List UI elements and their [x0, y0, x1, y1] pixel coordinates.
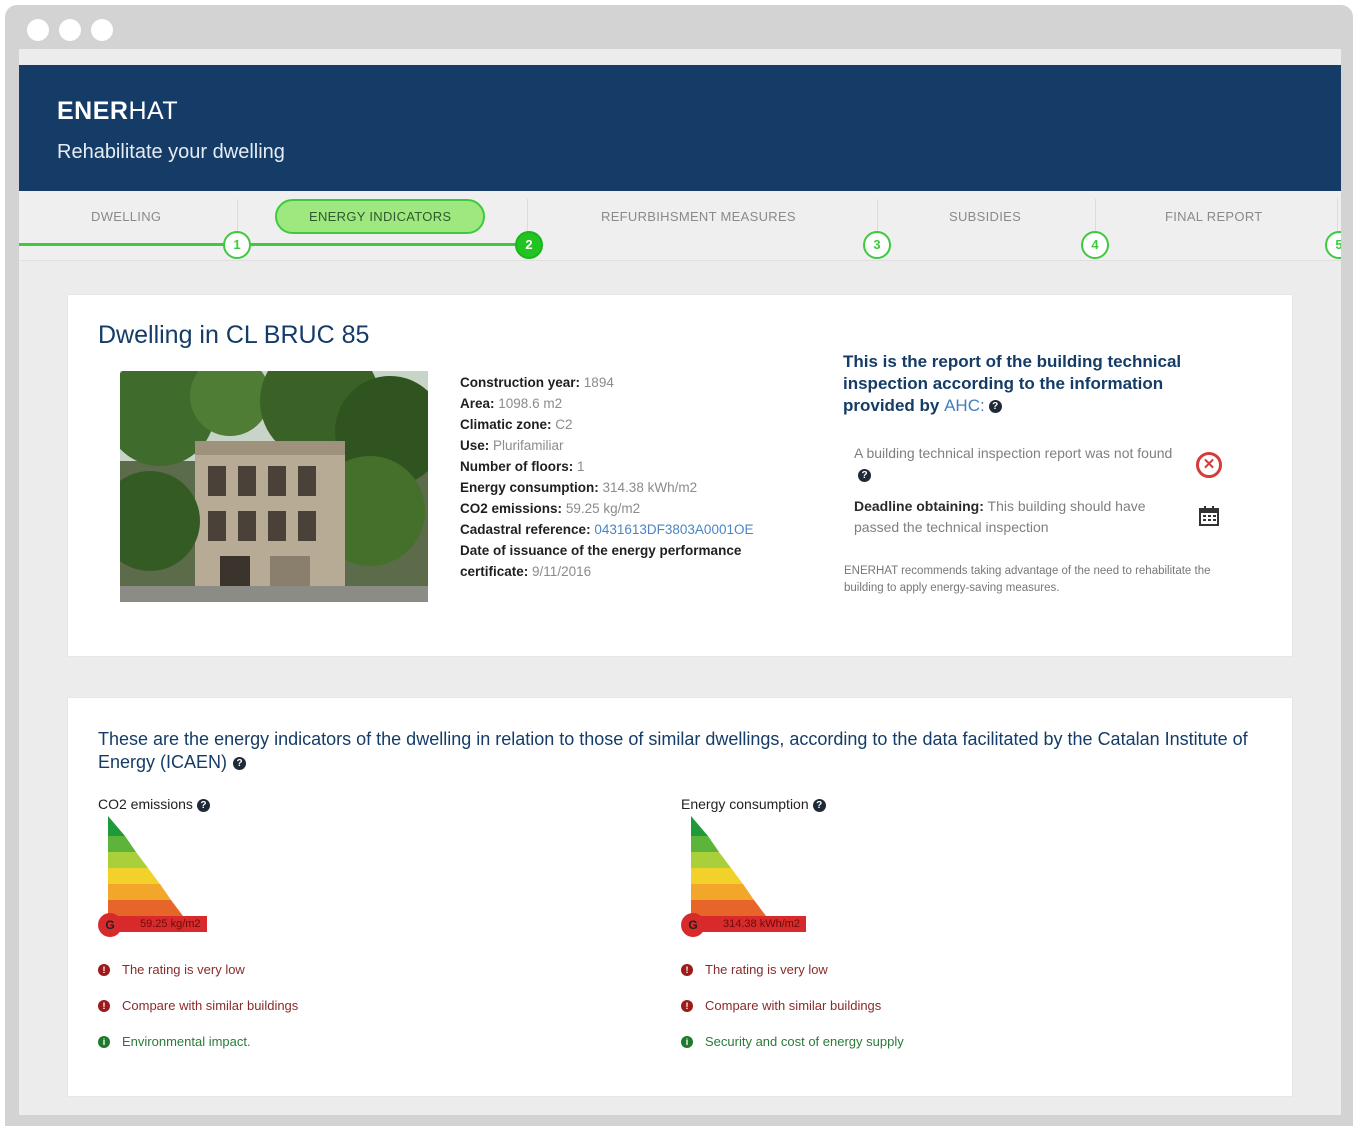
recommendation-text: ENERHAT recommends taking advantage of t… — [844, 565, 1211, 594]
spec-label: Number of floors: — [460, 459, 574, 474]
spec-cadastral-reference: Cadastral reference: 0431613DF3803A0001O… — [460, 519, 800, 540]
exclamation-circle-icon: ! — [98, 963, 110, 976]
exclamation-circle-icon: ! — [681, 963, 693, 976]
indicators-card: These are the energy indicators of the d… — [67, 697, 1293, 1097]
tagline: Rehabilitate your dwelling — [57, 141, 285, 163]
energy-msg-rating-text: The rating is very low — [705, 962, 828, 977]
building-photo — [120, 371, 428, 602]
question-circle-icon[interactable]: ? — [233, 756, 247, 770]
co2-msg-rating-text: The rating is very low — [122, 962, 245, 977]
inspection-deadline: Deadline obtaining: This building should… — [854, 496, 1174, 538]
spec-value: Plurifamiliar — [493, 438, 564, 453]
info-circle-icon: i — [681, 1035, 693, 1048]
spec-label: Use: — [460, 438, 490, 453]
inspection-not-found-text: A building technical inspection report w… — [854, 445, 1173, 461]
step-5-circle[interactable]: 5 — [1325, 231, 1341, 259]
energy-msg-rating[interactable]: ! The rating is very low — [681, 962, 828, 977]
inspection-heading: This is the report of the building techn… — [843, 351, 1223, 417]
spec-value: 314.38 kWh/m2 — [602, 480, 698, 495]
co2-msg-rating[interactable]: ! The rating is very low — [98, 962, 245, 977]
tab-energy-indicators[interactable]: ENERGY INDICATORS — [275, 199, 486, 234]
co2-msg-impact-text: Environmental impact. — [122, 1034, 251, 1049]
co2-rating-value: 59.25 kg/m2 — [116, 916, 207, 932]
spec-label: Climatic zone: — [460, 417, 552, 432]
step-4-circle[interactable]: 4 — [1081, 231, 1109, 259]
spec-value: C2 — [555, 417, 573, 432]
energy-msg-supply[interactable]: i Security and cost of energy supply — [681, 1034, 904, 1049]
spec-value: 1 — [577, 459, 585, 474]
spec-climatic-zone: Climatic zone: C2 — [460, 414, 800, 435]
co2-msg-impact[interactable]: i Environmental impact. — [98, 1034, 251, 1049]
question-circle-icon[interactable]: ? — [858, 468, 871, 482]
spec-label: Construction year: — [460, 375, 581, 390]
window-maximize-dot[interactable] — [91, 19, 113, 41]
page-viewport: ENERHAT Rehabilitate your dwelling DWELL… — [19, 49, 1341, 1115]
cadastral-reference-link[interactable]: 0431613DF3803A0001OE — [594, 522, 753, 537]
spec-value: 1098.6 m2 — [498, 396, 563, 411]
spec-certificate-date: Date of issuance of the energy performan… — [460, 540, 800, 582]
co2-msg-compare-text: Compare with similar buildings — [122, 998, 299, 1013]
spec-value: 1894 — [583, 375, 614, 390]
step-navigation: DWELLING ENERGY INDICATORS REFURBIHSMENT… — [19, 191, 1341, 261]
ahc-link[interactable]: AHC: — [944, 396, 985, 415]
energy-rating-value: 314.38 kWh/m2 — [699, 916, 807, 932]
energy-msg-compare-text: Compare with similar buildings — [705, 998, 882, 1013]
tab-refurbishment-measures[interactable]: REFURBIHSMENT MEASURES — [601, 209, 796, 224]
dwelling-card: Dwelling in CL BRUC 85 Construction year… — [67, 294, 1293, 657]
progress-line — [19, 243, 529, 246]
dwelling-specs: Construction year: 1894 Area: 1098.6 m2 … — [460, 372, 800, 582]
brand-bold: ENER — [57, 97, 129, 125]
inspection-not-found: A building technical inspection report w… — [854, 443, 1174, 485]
window-controls — [27, 19, 113, 41]
energy-msg-compare[interactable]: ! Compare with similar buildings — [681, 998, 881, 1013]
spec-area: Area: 1098.6 m2 — [460, 393, 800, 414]
tab-dwelling[interactable]: DWELLING — [91, 209, 161, 224]
question-circle-icon[interactable]: ? — [196, 798, 210, 812]
spec-label: CO2 emissions: — [460, 501, 563, 516]
energy-msg-supply-text: Security and cost of energy supply — [705, 1034, 904, 1049]
spec-use: Use: Plurifamiliar — [460, 435, 800, 456]
window-minimize-dot[interactable] — [59, 19, 81, 41]
brand-light: HAT — [128, 97, 179, 125]
co2-msg-compare[interactable]: ! Compare with similar buildings — [98, 998, 298, 1013]
co2-indicator: CO2 emissions? G 59.25 kg/m2 ! The rating… — [98, 796, 658, 1049]
times-circle-icon: ✕ — [1196, 452, 1222, 478]
exclamation-circle-icon: ! — [98, 999, 110, 1012]
spec-energy-consumption: Energy consumption: 314.38 kWh/m2 — [460, 477, 800, 498]
window-close-dot[interactable] — [27, 19, 49, 41]
step-3-circle[interactable]: 3 — [863, 231, 891, 259]
energy-label: Energy consumption? — [681, 796, 1241, 812]
spec-label: Cadastral reference: — [460, 522, 591, 537]
co2-label-text: CO2 emissions — [98, 796, 193, 812]
spec-construction-year: Construction year: 1894 — [460, 372, 800, 393]
co2-label: CO2 emissions? — [98, 796, 658, 812]
spec-co2-emissions: CO2 emissions: 59.25 kg/m2 — [460, 498, 800, 519]
spec-value: 59.25 kg/m2 — [565, 501, 641, 516]
indicators-heading-text: These are the energy indicators of the d… — [98, 729, 1248, 772]
dwelling-title: Dwelling in CL BRUC 85 — [98, 321, 370, 349]
spec-label: Date of issuance of the energy performan… — [460, 543, 742, 579]
info-circle-icon: i — [98, 1035, 110, 1048]
tab-subsidies[interactable]: SUBSIDIES — [949, 209, 1021, 224]
step-1-circle[interactable]: 1 — [223, 231, 251, 259]
spec-value: 9/11/2016 — [532, 564, 592, 579]
energy-indicator: Energy consumption? G 314.38 kWh/m2 ! The… — [681, 796, 1241, 1049]
inspection-heading-text: This is the report of the building techn… — [843, 352, 1182, 415]
calendar-icon — [1199, 506, 1219, 526]
question-circle-icon[interactable]: ? — [812, 798, 826, 812]
exclamation-circle-icon: ! — [681, 999, 693, 1012]
energy-label-text: Energy consumption — [681, 796, 809, 812]
brand-logo[interactable]: ENERHAT — [57, 97, 178, 126]
indicators-heading: These are the energy indicators of the d… — [98, 728, 1278, 774]
step-2-circle[interactable]: 2 — [515, 231, 543, 259]
question-circle-icon[interactable]: ? — [988, 400, 1002, 414]
spec-number-of-floors: Number of floors: 1 — [460, 456, 800, 477]
tab-final-report[interactable]: FINAL REPORT — [1165, 209, 1263, 224]
browser-window: ENERHAT Rehabilitate your dwelling DWELL… — [5, 5, 1353, 1126]
deadline-label: Deadline obtaining: — [854, 498, 984, 514]
spec-label: Area: — [460, 396, 495, 411]
spec-label: Energy consumption: — [460, 480, 599, 495]
app-header: ENERHAT Rehabilitate your dwelling — [19, 65, 1341, 191]
